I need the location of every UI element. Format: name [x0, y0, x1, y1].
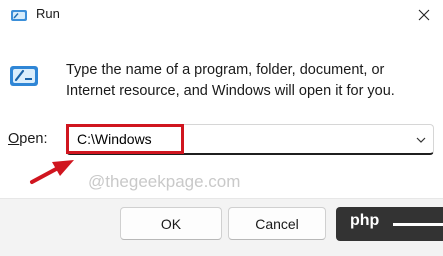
- open-label: Open:: [8, 131, 48, 147]
- close-icon: [418, 9, 430, 21]
- run-app-icon: [11, 10, 27, 21]
- php-badge-bar: [393, 223, 443, 226]
- cancel-button[interactable]: Cancel: [228, 207, 326, 240]
- ok-button[interactable]: OK: [120, 207, 222, 240]
- open-label-rest: pen:: [19, 131, 48, 147]
- title-bar: Run: [0, 0, 443, 30]
- window-title: Run: [36, 6, 60, 21]
- run-description: Type the name of a program, folder, docu…: [66, 62, 395, 99]
- php-badge-text: php: [350, 212, 380, 229]
- php-badge: php: [336, 207, 443, 241]
- chevron-down-icon[interactable]: [415, 134, 427, 146]
- watermark: @thegeekpage.com: [88, 172, 241, 191]
- run-program-icon: [10, 66, 38, 86]
- highlight-annotation-box: [66, 124, 184, 154]
- arrow-annotation-icon: [30, 160, 74, 184]
- close-button[interactable]: [405, 0, 443, 30]
- open-label-accesskey: O: [8, 131, 20, 147]
